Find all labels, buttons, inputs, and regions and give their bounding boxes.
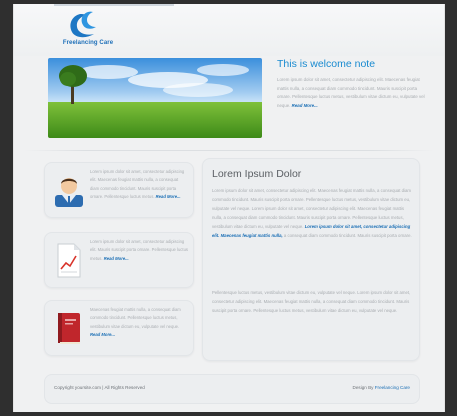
divider: [24, 150, 434, 151]
swirl-logo-icon: [70, 11, 96, 38]
logo[interactable]: Freelancing Care: [48, 10, 128, 52]
logo-text: Freelancing Care: [62, 40, 114, 46]
welcome-title: This is welcome note: [277, 58, 376, 70]
feature-read-more-3[interactable]: Read More...: [90, 332, 115, 337]
main-title: Lorem Ipsum Dolor: [212, 168, 302, 180]
feature-box-2: Lorem ipsum dolor sit amet, consectetur …: [44, 232, 194, 288]
red-book-icon: [54, 309, 84, 347]
feature-body-3: Maecenas feugiat mattis nulla, a consequ…: [90, 307, 181, 329]
user-profile-icon: [54, 171, 84, 209]
design-prefix: Design By: [352, 385, 374, 390]
landscape-image: [48, 58, 262, 138]
main-paragraph-1: Lorem ipsum dolor sit amet, consectetur …: [212, 187, 412, 240]
copyright-text: Copyright yoursite.com | All Rights Rese…: [54, 385, 145, 390]
designer-link[interactable]: Freelancing Care: [375, 385, 410, 390]
feature-read-more-2[interactable]: Read More...: [104, 256, 129, 261]
design-credit: Design By Freelancing Care: [353, 385, 410, 390]
top-accent-line: [54, 4, 174, 6]
main-paragraph-2: Pellentesque luctus metus, vestibulum vi…: [212, 290, 411, 313]
main-p1-body: Lorem ipsum dolor sit amet, consectetur …: [212, 188, 411, 229]
feature-text-1: Lorem ipsum dolor sit amet, consectetur …: [90, 168, 188, 202]
feature-text-2: Lorem ipsum dolor sit amet, consectetur …: [90, 238, 188, 263]
hero-image: [48, 58, 262, 138]
main-p1-tail: a consequat diam commodo tincidunt. Maur…: [283, 232, 412, 238]
header: Freelancing Care: [14, 4, 444, 56]
welcome-read-more-link[interactable]: Read More...: [292, 103, 318, 108]
main-content-box: Lorem Ipsum Dolor Lorem ipsum dolor sit …: [202, 158, 420, 361]
chart-document-icon: [54, 241, 84, 279]
welcome-text: Lorem ipsum dolor sit amet, consectetur …: [277, 76, 427, 110]
feature-text-3: Maecenas feugiat mattis nulla, a consequ…: [90, 306, 188, 340]
footer: Copyright yoursite.com | All Rights Rese…: [44, 374, 420, 404]
feature-read-more-1[interactable]: Read More...: [156, 194, 181, 199]
feature-box-3: Maecenas feugiat mattis nulla, a consequ…: [44, 300, 194, 356]
feature-box-1: Lorem ipsum dolor sit amet, consectetur …: [44, 162, 194, 218]
page: Freelancing Care This is welcome note Lo…: [13, 4, 445, 412]
